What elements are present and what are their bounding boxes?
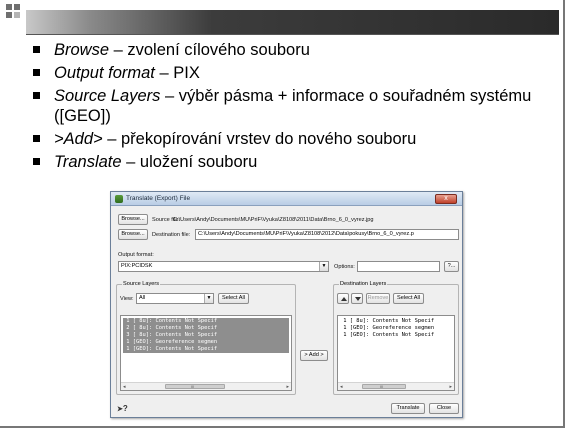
list-item[interactable]: 2 [ 8u]: Contents Not Specif: [123, 325, 289, 332]
bullet-marker: [33, 135, 40, 142]
add-button[interactable]: > Add >: [300, 350, 328, 361]
options-input[interactable]: [357, 261, 440, 272]
scroll-right-icon[interactable]: ▸: [286, 384, 289, 390]
browse-source-button[interactable]: Browse...: [118, 214, 148, 225]
help-glyph: ?: [122, 404, 128, 413]
bullet-term: Output format: [54, 64, 155, 82]
bullet-marker: [33, 46, 40, 53]
close-icon[interactable]: x: [435, 194, 457, 204]
source-file-path: C:\Users\Andy\Documents\MU\PriF\Vyuka\Z8…: [173, 217, 374, 223]
bullet-text: – uložení souboru: [121, 153, 258, 171]
bullet-term: Translate: [54, 153, 122, 171]
bullet-browse: Browse – zvolení cílového souboru: [30, 40, 550, 60]
view-value: All: [139, 295, 146, 301]
scroll-left-icon[interactable]: ◂: [340, 384, 343, 390]
bullet-term: Browse: [54, 41, 110, 59]
scroll-right-icon[interactable]: ▸: [449, 384, 452, 390]
horizontal-scrollbar[interactable]: ◂ III ▸: [338, 382, 454, 390]
chevron-down-icon: ▼: [204, 294, 213, 303]
output-format-select[interactable]: PIX:PCIDSK ▼: [118, 261, 329, 272]
scroll-thumb[interactable]: [362, 384, 406, 389]
source-layers-title: Source Layers: [122, 280, 161, 288]
dialog-title: Translate (Export) File: [126, 195, 191, 202]
output-format-label: Output format:: [118, 252, 154, 258]
source-select-all-button[interactable]: Select All: [218, 293, 249, 304]
list-item[interactable]: 1 [GEO]: Georeference segmen: [340, 325, 434, 332]
source-layers-list[interactable]: 1 [ 8u]: Contents Not Specif 2 [ 8u]: Co…: [120, 315, 292, 391]
view-select[interactable]: All ▼: [136, 293, 214, 304]
destination-select-all-button[interactable]: Select All: [393, 293, 424, 304]
bullet-text: – překopírování vrstev do nového souboru: [102, 130, 417, 148]
bullet-marker: [33, 92, 40, 99]
scroll-left-icon[interactable]: ◂: [123, 384, 126, 390]
bullet-marker: [33, 69, 40, 76]
header-square: [14, 4, 20, 10]
bullet-output-format: Output format – PIX: [30, 63, 550, 83]
bullet-text: – PIX: [154, 64, 200, 82]
list-item[interactable]: 1 [GEO]: Contents Not Specif: [340, 332, 434, 339]
arrow-down-icon: [355, 297, 361, 301]
app-icon: [115, 195, 123, 203]
bullet-term: Source Layers: [54, 87, 161, 105]
remove-button[interactable]: Remove: [366, 293, 390, 304]
destination-file-input[interactable]: C:\Users\Andy\Documents\MU\PriF\Vyuka\Z8…: [195, 229, 459, 240]
view-label: View:: [120, 296, 134, 302]
header-square: [14, 12, 20, 18]
translate-button[interactable]: Translate: [391, 403, 425, 414]
help-icon[interactable]: ➤?: [117, 404, 128, 415]
scroll-thumb-grip: III: [380, 384, 384, 389]
list-item[interactable]: 1 [ 8u]: Contents Not Specif: [340, 318, 434, 325]
header-divider: [26, 34, 559, 35]
bullet-marker: [33, 158, 40, 165]
move-up-button[interactable]: [337, 293, 349, 304]
destination-layers-group: Destination Layers Remove Select All 1 […: [333, 280, 459, 395]
list-item[interactable]: 1 [GEO]: Contents Not Specif: [123, 346, 289, 353]
destination-layers-list[interactable]: 1 [ 8u]: Contents Not Specif 1 [GEO]: Ge…: [337, 315, 455, 391]
output-format-value: PIX:PCIDSK: [121, 263, 153, 269]
options-help-button[interactable]: ?...: [444, 261, 459, 272]
header-square: [6, 4, 12, 10]
browse-destination-button[interactable]: Browse...: [118, 229, 148, 240]
source-layers-group: Source Layers View: All ▼ Select All 1 […: [116, 280, 296, 395]
horizontal-scrollbar[interactable]: ◂ III ▸: [121, 382, 291, 390]
list-item[interactable]: 1 [ 8u]: Contents Not Specif: [123, 318, 289, 325]
list-item[interactable]: 1 [GEO]: Georeference segmen: [123, 339, 289, 346]
destination-file-label: Destination file:: [152, 232, 191, 238]
bullet-add: >Add> – překopírování vrstev do nového s…: [30, 129, 550, 149]
bullet-translate: Translate – uložení souboru: [30, 152, 550, 172]
slide: Browse – zvolení cílového souboru Output…: [0, 0, 565, 428]
chevron-down-icon: ▼: [319, 262, 328, 271]
arrow-up-icon: [341, 297, 347, 301]
bullet-list: Browse – zvolení cílového souboru Output…: [30, 40, 550, 175]
header-square: [6, 12, 12, 18]
list-item[interactable]: 3 [ 8u]: Contents Not Specif: [123, 332, 289, 339]
options-label: Options:: [334, 264, 355, 270]
destination-layers-title: Destination Layers: [339, 280, 388, 288]
bullet-text: – zvolení cílového souboru: [109, 41, 310, 59]
move-down-button[interactable]: [351, 293, 363, 304]
close-button[interactable]: Close: [429, 403, 459, 414]
dialog-titlebar: Translate (Export) File x: [111, 192, 462, 206]
scroll-thumb-grip: III: [191, 384, 195, 389]
header-bar: [26, 10, 559, 34]
scroll-thumb[interactable]: [165, 384, 225, 389]
bullet-source-layers: Source Layers – výběr pásma + informace …: [30, 86, 550, 126]
bullet-term: >Add>: [54, 130, 103, 148]
translate-dialog: Translate (Export) File x Browse... Sour…: [110, 191, 463, 418]
